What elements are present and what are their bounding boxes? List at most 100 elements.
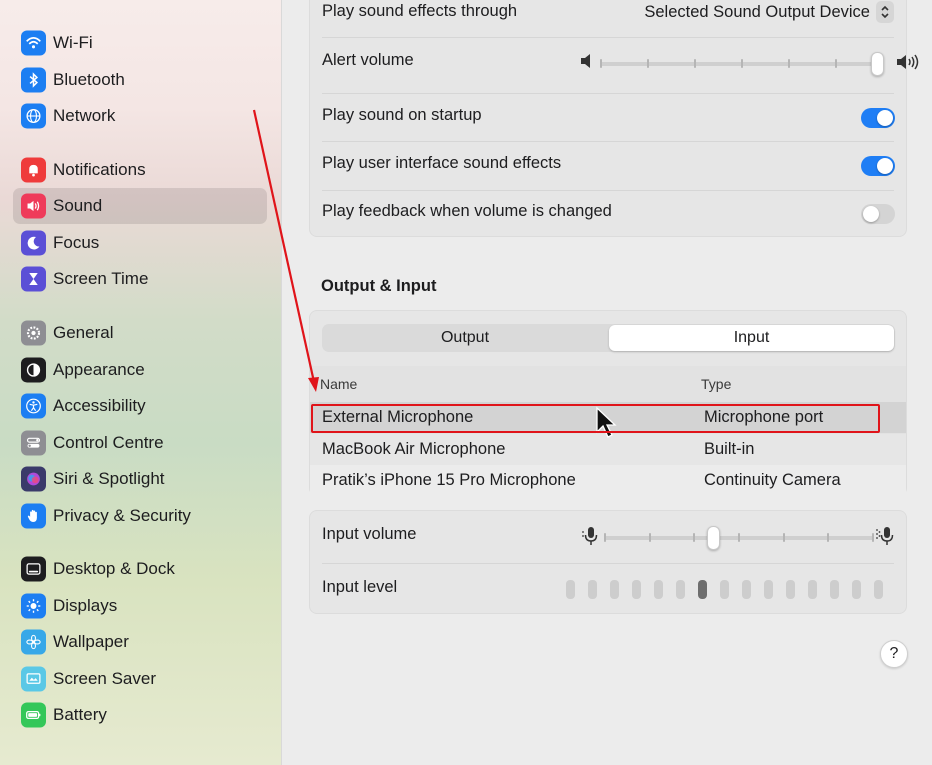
sidebar-item-sound[interactable]: Sound	[13, 188, 267, 224]
alert-volume-slider[interactable]	[600, 49, 884, 79]
volume-feedback-label: Play feedback when volume is changed	[322, 202, 612, 220]
slider-tick	[647, 59, 649, 68]
level-bar	[874, 580, 883, 599]
battery-icon	[21, 702, 46, 728]
sidebar-item-desktop-dock[interactable]: Desktop & Dock	[13, 551, 267, 587]
tab-output[interactable]: Output	[322, 324, 608, 352]
sidebar-item-siri-spotlight[interactable]: Siri & Spotlight	[13, 461, 267, 497]
speaker-low-icon	[580, 53, 594, 74]
help-button[interactable]: ?	[880, 640, 908, 668]
gear-icon	[21, 320, 46, 346]
sidebar-item-wi-fi[interactable]: Wi-Fi	[13, 25, 267, 61]
level-bar	[676, 580, 685, 599]
sidebar-item-displays[interactable]: Displays	[13, 588, 267, 624]
startup-sound-row: Play sound on startup	[310, 105, 906, 133]
ui-sound-effects-row: Play user interface sound effects	[310, 153, 906, 181]
table-row[interactable]: MacBook Air Microphone Built-in	[310, 434, 906, 465]
control-centre-icon	[21, 430, 46, 456]
slider-thumb[interactable]	[871, 52, 884, 76]
level-bar	[830, 580, 839, 599]
sidebar-item-focus[interactable]: Focus	[13, 225, 267, 261]
sidebar-item-notifications[interactable]: Notifications	[13, 152, 267, 188]
sidebar-item-control-centre[interactable]: Control Centre	[13, 425, 267, 461]
slider-thumb[interactable]	[706, 526, 720, 550]
slider-tick	[600, 59, 602, 68]
wifi-icon	[21, 30, 46, 56]
sidebar-item-appearance[interactable]: Appearance	[13, 352, 267, 388]
level-bar	[720, 580, 729, 599]
level-bar	[654, 580, 663, 599]
device-name: Pratik’s iPhone 15 Pro Microphone	[322, 471, 576, 489]
hand-icon	[21, 503, 46, 529]
alert-volume-label: Alert volume	[322, 51, 414, 69]
input-levels-card: Input volume Input level	[309, 510, 907, 614]
speaker-high-icon	[896, 53, 920, 76]
input-level-row: Input level	[310, 577, 906, 605]
sidebar-item-label: Battery	[53, 705, 107, 724]
tab-input[interactable]: Input	[609, 325, 894, 351]
input-volume-row: Input volume	[310, 523, 906, 553]
input-volume-slider[interactable]	[604, 523, 874, 553]
sidebar-item-general[interactable]: General	[13, 315, 267, 351]
play-through-row: Play sound effects through Selected Soun…	[310, 1, 906, 29]
sidebar-item-label: Accessibility	[53, 396, 146, 415]
sidebar-item-bluetooth[interactable]: Bluetooth	[13, 62, 267, 98]
volume-feedback-row: Play feedback when volume is changed	[310, 201, 906, 229]
sidebar-item-label: Sound	[53, 196, 103, 215]
microphone-low-icon	[582, 526, 600, 551]
level-bar	[742, 580, 751, 599]
sidebar-item-network[interactable]: Network	[13, 98, 267, 134]
sidebar-item-battery[interactable]: Battery	[13, 697, 267, 733]
sidebar-item-label: Notifications	[53, 160, 146, 179]
table-row[interactable]: Pratik’s iPhone 15 Pro Microphone Contin…	[310, 465, 906, 496]
sidebar-item-label: Focus	[53, 233, 100, 252]
device-name: MacBook Air Microphone	[322, 440, 506, 458]
startup-sound-toggle[interactable]	[861, 108, 895, 128]
column-header-type[interactable]: Type	[701, 376, 731, 392]
play-through-value: Selected Sound Output Device	[644, 2, 870, 21]
input-level-meter	[566, 579, 896, 601]
sun-icon	[21, 593, 46, 619]
slider-tick	[738, 533, 740, 542]
slider-tick	[872, 533, 874, 542]
volume-feedback-toggle[interactable]	[861, 204, 895, 224]
device-type: Built-in	[704, 440, 755, 458]
level-bar	[698, 580, 707, 599]
slider-tick	[741, 59, 743, 68]
alert-volume-row: Alert volume	[310, 49, 919, 79]
output-input-card: Output Input Name Type External Micropho…	[309, 310, 907, 496]
sound-effects-card: Play sound effects through Selected Soun…	[309, 0, 919, 237]
sidebar-item-label: Screen Time	[53, 269, 149, 288]
sidebar-item-screen-time[interactable]: Screen Time	[13, 261, 267, 297]
siri-icon	[21, 466, 46, 492]
slider-tick	[648, 533, 651, 542]
sidebar-item-label: Desktop & Dock	[53, 559, 175, 578]
slider-tick	[604, 533, 606, 542]
level-bar	[786, 580, 795, 599]
sidebar-item-label: General	[53, 323, 114, 342]
slider-tick	[788, 59, 790, 68]
sidebar-item-privacy-security[interactable]: Privacy & Security	[13, 498, 267, 534]
sound-settings-pane: Play sound effects through Selected Soun…	[283, 0, 932, 765]
microphone-high-icon	[876, 526, 896, 551]
level-bar	[808, 580, 817, 599]
ui-sound-effects-toggle[interactable]	[861, 156, 895, 176]
level-bar	[566, 580, 575, 599]
column-header-name[interactable]: Name	[320, 376, 357, 392]
play-through-label: Play sound effects through	[322, 2, 518, 20]
startup-sound-label: Play sound on startup	[322, 106, 482, 124]
sidebar-item-label: Siri & Spotlight	[53, 469, 165, 488]
sidebar-item-wallpaper[interactable]: Wallpaper	[13, 624, 267, 660]
sidebar-item-label: Bluetooth	[53, 70, 125, 89]
bluetooth-icon	[21, 67, 46, 93]
sidebar-item-label: Displays	[53, 596, 118, 615]
sidebar-item-screen-saver[interactable]: Screen Saver	[13, 661, 267, 697]
level-bar	[764, 580, 773, 599]
output-input-heading: Output & Input	[321, 277, 437, 295]
annotation-highlight-box	[311, 404, 880, 433]
sidebar-item-label: Appearance	[53, 360, 145, 379]
play-through-select[interactable]: Selected Sound Output Device	[644, 1, 894, 23]
sidebar-item-accessibility[interactable]: Accessibility	[13, 388, 267, 424]
sidebar-item-label: Privacy & Security	[53, 506, 191, 525]
hourglass-icon	[21, 266, 46, 292]
